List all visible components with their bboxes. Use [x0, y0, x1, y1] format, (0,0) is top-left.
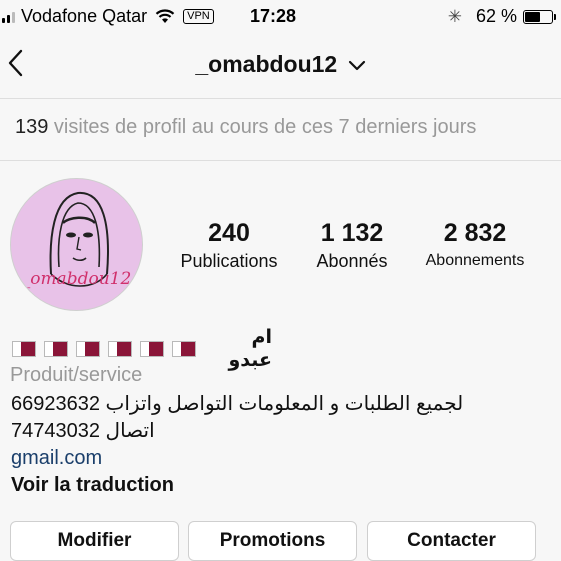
see-translation-link[interactable]: Voir la traduction — [11, 474, 174, 497]
display-name-row: ام عبدو — [12, 327, 272, 371]
stat-followers[interactable]: 1 132 Abonnés — [296, 218, 408, 274]
stat-following[interactable]: 2 832 Abonnements — [412, 218, 538, 274]
followers-count: 1 132 — [320, 219, 384, 247]
wifi-icon — [155, 9, 175, 23]
followers-label: Abonnés — [316, 251, 388, 271]
bio-line: اتصال 74743032 — [11, 420, 155, 442]
qatar-flag-icon — [44, 341, 68, 357]
qatar-flag-icon — [172, 341, 196, 357]
vpn-badge: VPN — [183, 9, 214, 24]
qatar-flag-icon — [140, 341, 164, 357]
status-bar: Vodafone Qatar VPN 17:28 ✳ 62 % — [0, 0, 561, 32]
contact-button[interactable]: Contacter — [367, 521, 536, 561]
nav-bar: _omabdou12 — [0, 34, 561, 96]
qatar-flag-icon — [12, 341, 36, 357]
qatar-flag-icon — [108, 341, 132, 357]
divider — [0, 98, 561, 99]
divider — [0, 160, 561, 161]
stat-publications[interactable]: 240 Publications — [170, 218, 288, 274]
profile-avatar[interactable]: _omabdou12 — [10, 178, 143, 311]
battery-percent: 62 % — [475, 6, 517, 26]
bio-line: لجميع الطلبات و المعلومات التواصل واتزاب… — [11, 393, 464, 415]
following-count: 2 832 — [443, 219, 507, 247]
clock: 17:28 — [250, 6, 297, 26]
following-label: Abonnements — [425, 252, 525, 269]
display-name: ام عبدو — [228, 327, 272, 371]
publications-count: 240 — [208, 219, 250, 247]
bio: لجميع الطلبات و المعلومات التواصل واتزاب… — [11, 391, 531, 445]
promotions-button[interactable]: Promotions — [188, 521, 357, 561]
battery-icon — [523, 9, 556, 24]
account-switcher[interactable]: _omabdou12 — [0, 51, 561, 78]
profile-link[interactable]: gmail.com — [11, 447, 102, 470]
woman-hijab-illustration — [49, 191, 109, 287]
qatar-flag-icon — [76, 341, 100, 357]
publications-label: Publications — [180, 251, 278, 271]
loading-spinner-icon: ✳ — [447, 6, 462, 26]
carrier-label: Vodafone Qatar — [21, 6, 148, 26]
signal-icon — [2, 11, 15, 23]
visits-text: visites de profil au cours de ces 7 dern… — [48, 116, 477, 138]
visits-count: 139 — [15, 116, 49, 138]
username-title: _omabdou12 — [195, 51, 338, 77]
profile-category: Produit/service — [10, 364, 143, 386]
chevron-down-icon — [348, 60, 365, 71]
avatar-logo-text: _omabdou12 — [21, 269, 132, 289]
edit-profile-button[interactable]: Modifier — [10, 521, 179, 561]
qatar-flags — [12, 341, 204, 357]
profile-visits-banner[interactable]: 139 visites de profil au cours de ces 7 … — [15, 116, 476, 139]
